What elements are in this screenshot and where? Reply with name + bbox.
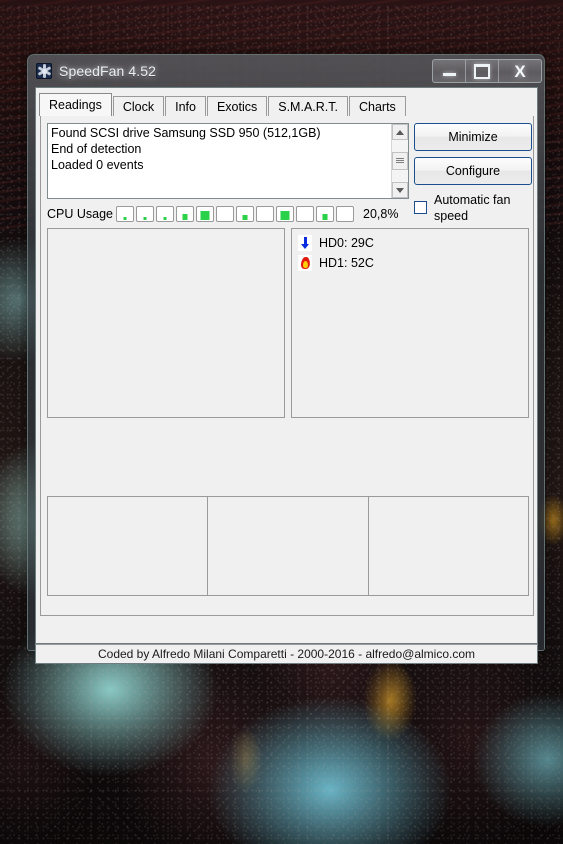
maximize-window-button[interactable] [466,60,499,82]
cpu-usage-cell-fill [143,217,147,220]
voltages-panel[interactable] [47,496,529,596]
tab-charts-label: Charts [358,99,396,114]
temperatures-panel[interactable]: HD0: 29C HD1: 52C [291,228,529,418]
minimize-button[interactable]: Minimize [414,123,532,151]
scrollbar-track[interactable] [392,140,408,182]
minimize-window-button[interactable] [433,60,466,82]
scroll-down-button[interactable] [392,182,408,198]
cpu-usage-cell [176,206,194,222]
tab-info[interactable]: Info [165,96,206,116]
cool-arrow-icon [298,235,312,251]
voltages-column-3[interactable] [367,497,528,595]
scrollbar-thumb[interactable] [392,152,408,170]
cpu-usage-row: CPU Usage 20,8% [47,204,409,224]
cpu-usage-cell [116,206,134,222]
close-icon: X [514,61,526,81]
cpu-usage-cell [256,206,274,222]
tab-exotics[interactable]: Exotics [206,96,268,116]
readings-tab-page: Found SCSI drive Samsung SSD 950 (512,1G… [40,116,534,616]
status-bar: Coded by Alfredo Milani Comparetti - 200… [35,644,538,664]
list-item: End of detection [51,142,142,156]
cpu-usage-cell-fill [322,214,328,220]
temperature-reading: HD0: 29C [319,236,374,250]
minimize-button-label: Minimize [448,130,498,144]
fan-icon [36,63,52,79]
tab-charts[interactable]: Charts [348,96,406,116]
log-scrollbar[interactable] [391,124,408,198]
maximize-icon [474,63,490,79]
tab-info-label: Info [175,99,196,114]
automatic-fan-speed-label: Automatic fan speed [434,193,511,223]
tab-smart-label: S.M.A.R.T. [278,99,338,114]
cpu-usage-meter [116,206,356,222]
cpu-usage-label: CPU Usage [47,207,113,221]
scroll-down-icon [396,187,404,193]
flame-icon [298,255,312,271]
tab-readings-label: Readings [49,98,102,112]
cpu-usage-cell-fill [280,211,290,220]
cpu-usage-cell [136,206,154,222]
tab-readings[interactable]: Readings [39,93,112,116]
tab-clock[interactable]: Clock [112,96,165,116]
cpu-usage-cell [156,206,174,222]
cpu-usage-cell [276,206,294,222]
cpu-usage-cell [336,206,354,222]
window-title: SpeedFan 4.52 [59,63,157,79]
speedfan-window: SpeedFan 4.52 X Readings Clock Info Exot… [27,54,545,664]
tab-bar: Readings Clock Info Exotics S.M.A.R.T. C… [39,92,537,116]
minimize-icon [442,73,456,76]
voltages-column-1[interactable] [48,497,207,595]
window-client-area: Readings Clock Info Exotics S.M.A.R.T. C… [35,87,538,644]
automatic-fan-speed-checkbox[interactable]: Automatic fan speed [414,192,534,224]
table-row[interactable]: HD1: 52C [298,254,528,272]
close-window-button[interactable]: X [499,60,541,82]
cpu-usage-cell-fill [163,217,167,220]
detection-log-lines: Found SCSI drive Samsung SSD 950 (512,1G… [48,124,391,198]
cpu-usage-cell [216,206,234,222]
caption-button-group: X [432,59,542,83]
cpu-usage-cell [296,206,314,222]
cpu-usage-cell-fill [242,215,248,220]
temperature-reading: HD1: 52C [319,256,374,270]
scroll-up-button[interactable] [392,124,408,140]
cpu-usage-cell [196,206,214,222]
cpu-usage-cell [316,206,334,222]
voltages-column-2[interactable] [207,497,367,595]
window-titlebar[interactable]: SpeedFan 4.52 X [28,55,544,87]
scroll-up-icon [396,129,404,135]
tab-exotics-label: Exotics [216,99,258,114]
tab-clock-label: Clock [122,99,155,114]
checkbox-box-icon[interactable] [414,201,427,214]
status-bar-text: Coded by Alfredo Milani Comparetti - 200… [97,647,476,661]
table-row[interactable]: HD0: 29C [298,234,528,252]
configure-button[interactable]: Configure [414,157,532,185]
cpu-usage-cell-fill [200,211,210,220]
cpu-usage-percent: 20,8% [363,207,399,221]
list-item: Found SCSI drive Samsung SSD 950 (512,1G… [51,126,321,140]
detection-log-listbox[interactable]: Found SCSI drive Samsung SSD 950 (512,1G… [47,123,409,199]
cpu-usage-cell-fill [182,214,188,220]
tab-smart[interactable]: S.M.A.R.T. [268,96,348,116]
cpu-usage-cell-fill [123,217,127,220]
scrollbar-grip-icon [396,158,404,164]
configure-button-label: Configure [445,164,501,178]
fan-speeds-panel[interactable] [47,228,285,418]
cpu-usage-cell [236,206,254,222]
list-item: Loaded 0 events [51,158,144,172]
